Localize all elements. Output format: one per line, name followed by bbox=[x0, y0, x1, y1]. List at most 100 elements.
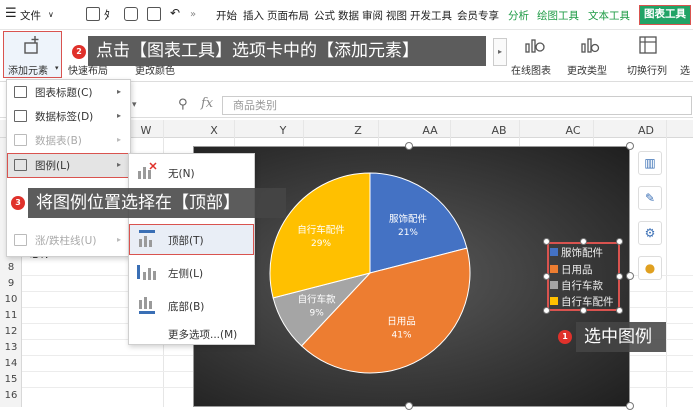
tab-view[interactable]: 视图 bbox=[386, 8, 407, 23]
data-label-percent: 41% bbox=[392, 330, 412, 340]
tab-review[interactable]: 审阅 bbox=[362, 8, 383, 23]
resize-handle[interactable] bbox=[626, 142, 634, 150]
legend-handle[interactable] bbox=[543, 238, 550, 245]
online-chart-button[interactable]: 在线图表 bbox=[511, 62, 551, 77]
legend-option-bottom[interactable]: 底部(B) bbox=[168, 299, 204, 314]
grid-line bbox=[666, 120, 667, 407]
data-label-percent: 29% bbox=[311, 239, 331, 249]
tab-start[interactable]: 开始 bbox=[216, 8, 237, 23]
legend-handle[interactable] bbox=[543, 273, 550, 280]
tab-drawing-tools[interactable]: 绘图工具 bbox=[537, 8, 579, 23]
menu-file[interactable]: 文件 bbox=[20, 8, 41, 23]
tab-insert[interactable]: 插入 bbox=[243, 8, 264, 23]
tab-data[interactable]: 数据 bbox=[338, 8, 359, 23]
menu-item-legend[interactable]: 图例(L) bbox=[35, 158, 70, 173]
callout-step1: 选中图例 bbox=[576, 322, 666, 352]
legend-more-options[interactable]: 更多选项...(M) bbox=[168, 327, 237, 342]
row-header-14[interactable]: 14 bbox=[0, 358, 22, 369]
row-header-15[interactable]: 15 bbox=[0, 374, 22, 385]
legend-swatch bbox=[550, 248, 558, 256]
print-preview-icon[interactable] bbox=[147, 7, 161, 21]
tab-member[interactable]: 会员专享 bbox=[457, 8, 499, 23]
submenu-arrow-icon: ▸ bbox=[117, 87, 122, 96]
hamburger-icon[interactable]: ☰ bbox=[5, 6, 17, 21]
chart-tips-bulb-icon[interactable]: ● bbox=[638, 256, 662, 280]
legend-option-none[interactable]: 无(N) bbox=[168, 166, 195, 181]
select-button[interactable]: 选 bbox=[680, 62, 690, 77]
chart-title-icon bbox=[14, 86, 27, 98]
tab-developer[interactable]: 开发工具 bbox=[410, 8, 452, 23]
menu-bar: ☰ 文件 ∨ ﾀ ↶ » 开始 插入 页面布局 公式 数据 审阅 视图 开发工具… bbox=[0, 0, 693, 30]
fx-icon[interactable]: fx bbox=[201, 96, 213, 111]
column-header-x[interactable]: X bbox=[194, 124, 234, 137]
switch-row-col-button[interactable]: 切换行列 bbox=[627, 62, 667, 77]
chevron-down-icon[interactable]: ∨ bbox=[48, 10, 54, 19]
undo-icon[interactable]: ↶ bbox=[170, 6, 180, 20]
tab-chart-tools[interactable]: 图表工具 bbox=[639, 5, 691, 25]
column-header-w[interactable]: W bbox=[126, 124, 166, 137]
row-header-11[interactable]: 11 bbox=[0, 310, 22, 321]
format-painter-icon[interactable]: ﾀ bbox=[104, 6, 110, 23]
legend-swatch bbox=[550, 281, 558, 289]
legend-handle[interactable] bbox=[616, 238, 623, 245]
tab-text-tools[interactable]: 文本工具 bbox=[588, 8, 630, 23]
submenu-arrow-icon: ▸ bbox=[117, 160, 122, 169]
resize-handle[interactable] bbox=[405, 142, 413, 150]
column-header-ac[interactable]: AC bbox=[553, 124, 593, 137]
print-icon[interactable] bbox=[124, 7, 138, 21]
legend-bottom-icon bbox=[139, 297, 155, 314]
row-header-9[interactable]: 9 bbox=[0, 278, 22, 289]
resize-handle[interactable] bbox=[626, 402, 634, 410]
legend-entry: 自行车配件 bbox=[550, 294, 614, 309]
chart-style-brush-icon[interactable]: ✎ bbox=[638, 186, 662, 210]
legend-top-icon bbox=[139, 230, 155, 247]
data-label-category: 日用品 bbox=[387, 316, 416, 327]
row-header-10[interactable]: 10 bbox=[0, 294, 22, 305]
legend-handle[interactable] bbox=[580, 238, 587, 245]
legend-handle[interactable] bbox=[543, 307, 550, 314]
add-element-label: 添加元素 bbox=[8, 66, 48, 77]
column-header-ad[interactable]: AD bbox=[626, 124, 666, 137]
more-chevron-icon[interactable]: » bbox=[190, 9, 196, 20]
save-icon[interactable] bbox=[86, 7, 100, 21]
row-header-12[interactable]: 12 bbox=[0, 326, 22, 337]
column-header-y[interactable]: Y bbox=[263, 124, 303, 137]
chart-elements-icon[interactable]: ▥ bbox=[638, 151, 662, 175]
menu-item-chart-title[interactable]: 图表标题(C) bbox=[35, 85, 93, 100]
style-scroll-button[interactable]: ▸ bbox=[493, 38, 507, 66]
legend-entry: 自行车款 bbox=[550, 278, 603, 293]
step2-badge: 2 bbox=[72, 45, 86, 59]
resize-handle[interactable] bbox=[626, 272, 634, 280]
tab-formula[interactable]: 公式 bbox=[314, 8, 335, 23]
legend-label: 服饰配件 bbox=[561, 247, 603, 259]
menu-item-data-labels[interactable]: 数据标签(D) bbox=[35, 109, 93, 124]
up-down-bars-icon bbox=[14, 234, 27, 246]
legend-handle[interactable] bbox=[616, 273, 623, 280]
row-header-16[interactable]: 16 bbox=[0, 390, 22, 401]
legend-label: 日用品 bbox=[561, 264, 593, 276]
row-header-13[interactable]: 13 bbox=[0, 342, 22, 353]
callout-step2: 点击【图表工具】选项卡中的【添加元素】 bbox=[88, 36, 486, 66]
legend-handle[interactable] bbox=[616, 307, 623, 314]
data-label-percent: 21% bbox=[398, 228, 418, 238]
tab-analysis[interactable]: 分析 bbox=[508, 8, 529, 23]
submenu-arrow-icon: ▸ bbox=[117, 135, 122, 144]
column-header-ab[interactable]: AB bbox=[479, 124, 519, 137]
legend-option-top[interactable]: 顶部(T) bbox=[168, 233, 204, 248]
column-header-aa[interactable]: AA bbox=[410, 124, 450, 137]
legend-icon bbox=[14, 159, 27, 171]
data-table-icon bbox=[14, 134, 27, 146]
zoom-search-icon[interactable]: ⚲ bbox=[178, 97, 188, 112]
change-type-button[interactable]: 更改类型 bbox=[567, 62, 607, 77]
legend-entry: 服饰配件 bbox=[550, 245, 603, 260]
data-label-category: 自行车款 bbox=[298, 294, 337, 306]
column-header-z[interactable]: Z bbox=[338, 124, 378, 137]
tab-page-layout[interactable]: 页面布局 bbox=[267, 8, 309, 23]
row-header-8[interactable]: 8 bbox=[0, 262, 22, 273]
chart-settings-gear-icon[interactable]: ⚙ bbox=[638, 221, 662, 245]
legend-option-left[interactable]: 左侧(L) bbox=[168, 266, 203, 281]
name-box-dropdown-icon[interactable]: ▾ bbox=[132, 100, 137, 110]
resize-handle[interactable] bbox=[405, 402, 413, 410]
formula-input[interactable]: 商品类别 bbox=[222, 96, 692, 115]
data-label-category: 服饰配件 bbox=[389, 213, 428, 225]
